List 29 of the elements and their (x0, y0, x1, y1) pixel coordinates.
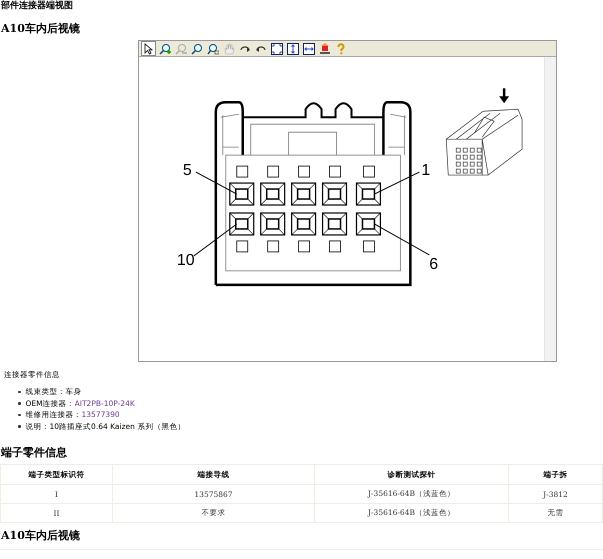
layers-tool-button[interactable] (317, 41, 332, 56)
fit-width-tool-button[interactable] (301, 41, 316, 56)
zoom-in-tool-button[interactable] (157, 41, 172, 56)
down-arrow-icon (499, 88, 510, 104)
pin-label: 10 (176, 252, 195, 269)
bullet-icon (18, 390, 20, 393)
section-heading: A10车内后视镜 (1, 529, 81, 543)
zoom-window-icon (206, 42, 218, 54)
page-title: 部件连接器端视图 (0, 0, 74, 12)
pointer-tool-button[interactable] (141, 41, 156, 56)
bullet-icon (18, 425, 20, 428)
zoom-window-tool-button[interactable] (205, 41, 220, 56)
bullet-icon (18, 402, 20, 404)
section-heading: 端子零件信息 (1, 446, 68, 460)
pin-label: 6 (429, 256, 438, 273)
fit-tool-button[interactable] (269, 41, 284, 56)
fit-height-tool-button[interactable] (285, 41, 300, 56)
help-icon (334, 42, 346, 54)
pin-label: 5 (182, 162, 192, 180)
pointer-icon (142, 42, 154, 54)
section-heading: A10车内后视镜 (1, 22, 81, 36)
bullet-icon (18, 414, 20, 416)
fit-width-icon (302, 42, 314, 54)
pin-label: 1 (421, 162, 430, 180)
zoom-icon (190, 42, 202, 54)
zoom-tool-button[interactable] (189, 41, 204, 56)
fit-height-icon (286, 42, 298, 54)
fit-icon (270, 42, 282, 54)
zoom-in-icon (158, 42, 170, 54)
